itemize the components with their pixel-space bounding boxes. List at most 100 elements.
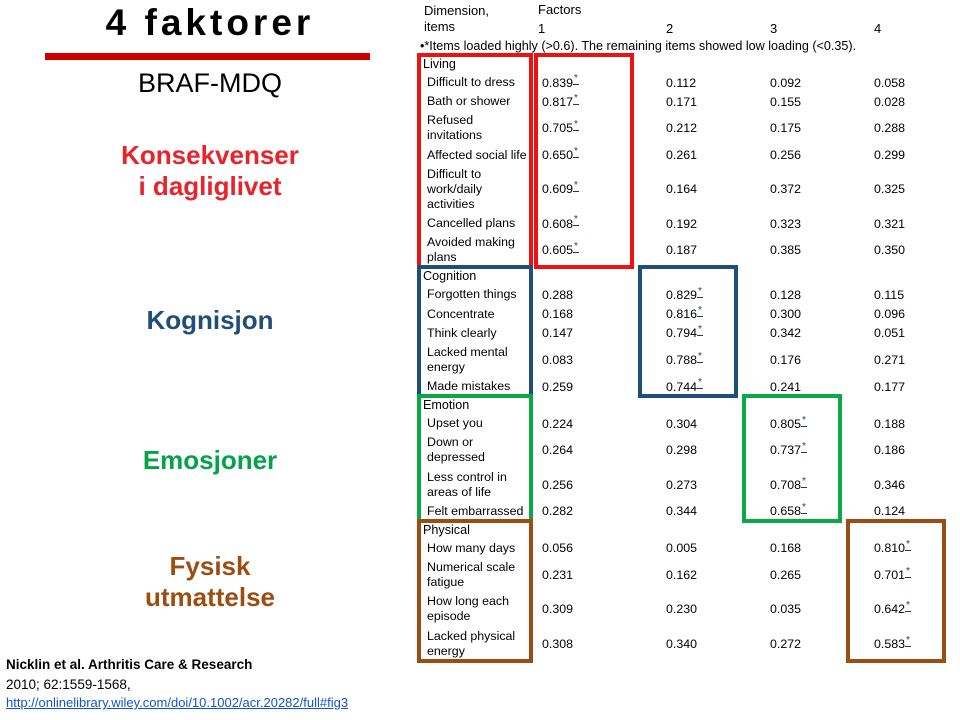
title-divider-rule <box>45 53 370 60</box>
loading-value-f2: 0.829* <box>666 285 703 302</box>
loading-value-f3: 0.708* <box>770 475 807 492</box>
header-factors: Factors <box>538 2 582 17</box>
loading-value-f4: 0.051 <box>874 326 906 341</box>
loading-value-f3: 0.300 <box>770 307 802 322</box>
factor-label-fysisk: Fysisk utmattelse <box>0 551 420 612</box>
loading-value-f4: 0.058 <box>874 75 906 90</box>
factor-label-line: i dagliglivet <box>138 170 282 201</box>
table-row: Less control in areas of life 0.256 0.273 0… <box>420 468 948 502</box>
loading-value-f2: 0.744* <box>666 377 703 394</box>
section-header-spacer <box>740 55 844 73</box>
loading-value-f4: 0.346 <box>874 477 906 492</box>
section-header-spacer <box>636 55 740 73</box>
loading-value-f3: 0.272 <box>770 636 802 651</box>
header-dimension-line1: Dimension, <box>424 3 490 18</box>
loading-value-f2: 0.273 <box>666 477 698 492</box>
citation-link[interactable]: http://onlinelibrary.wiley.com/doi/10.10… <box>6 694 416 713</box>
loading-value-f3: 0.342 <box>770 326 802 341</box>
factor-loadings-table: Dimension, items Factors 1 2 3 4 •*Items… <box>420 0 948 661</box>
loading-value-f4: 0.028 <box>874 94 906 109</box>
loading-value-f2: 0.298 <box>666 443 698 458</box>
item-label: Less control in areas of life <box>427 469 507 499</box>
item-label: Upset you <box>427 416 483 431</box>
significance-star-icon: * <box>573 145 579 158</box>
citation-volume: 2010; 62:1559-1568, <box>6 676 131 692</box>
loading-value-f2: 0.816* <box>666 304 703 322</box>
section-header-spacer <box>844 55 948 73</box>
loading-value-f1: 0.308 <box>542 636 574 651</box>
loading-value-f4: 0.810* <box>874 539 911 556</box>
table-header: Dimension, items Factors 1 2 3 4 •*Items… <box>420 0 948 55</box>
loading-value-f3: 0.128 <box>770 287 802 302</box>
significance-star-icon: * <box>905 539 911 552</box>
loading-value-f2: 0.164 <box>666 182 698 197</box>
loading-value-f3: 0.805* <box>770 414 807 431</box>
loading-value-f4: 0.177 <box>874 379 906 394</box>
section-header-spacer <box>844 396 948 414</box>
loading-value-f1: 0.224 <box>542 416 574 431</box>
header-factor-2: 2 <box>666 21 674 36</box>
table-footnote: •*Items loaded highly (>0.6). The remain… <box>420 39 857 53</box>
table-row: Refused invitations 0.705* 0.212 0.175 0.288 <box>420 111 948 145</box>
loading-value-f2: 0.005 <box>666 541 698 556</box>
loading-value-f4: 0.299 <box>874 148 906 163</box>
item-label: Down or depressed <box>427 435 485 465</box>
table-row: Bath or shower 0.817* 0.171 0.155 0.028 <box>420 92 948 111</box>
loading-value-f3: 0.155 <box>770 94 802 109</box>
factor-label-line: Fysisk <box>169 551 251 581</box>
significance-star-icon: * <box>697 377 703 390</box>
loading-value-f3: 0.658* <box>770 502 807 519</box>
loading-value-f1: 0.605* <box>542 241 579 258</box>
significance-star-icon: * <box>905 634 911 647</box>
significance-star-icon: * <box>573 241 579 254</box>
loading-value-f1: 0.259 <box>542 379 574 394</box>
item-label: Cancelled plans <box>427 216 516 230</box>
table-row: Difficult to work/daily activities 0.609*… <box>420 165 948 214</box>
loading-value-f1: 0.282 <box>542 504 574 519</box>
item-label: Think clearly <box>427 325 497 340</box>
significance-star-icon: * <box>905 566 911 578</box>
header-factor-4: 4 <box>874 21 882 36</box>
section-header-spacer <box>636 396 740 414</box>
item-label: Bath or shower <box>427 94 511 109</box>
item-label: Difficult to work/daily activities <box>427 166 483 211</box>
loading-value-f1: 0.231 <box>542 568 574 583</box>
loading-value-f4: 0.124 <box>874 504 906 519</box>
loading-value-f4: 0.321 <box>874 216 906 231</box>
section-header-row: Living <box>420 55 948 73</box>
section-header-spacer <box>532 267 636 285</box>
significance-star-icon: * <box>573 180 579 193</box>
item-label: Lacked physical energy <box>427 628 516 658</box>
loading-value-f1: 0.608* <box>542 214 579 231</box>
loading-value-f1: 0.083 <box>542 352 574 367</box>
loading-value-f4: 0.186 <box>874 443 906 458</box>
table-row: Felt embarrassed 0.282 0.344 0.658* 0.124 <box>420 502 948 521</box>
loading-value-f3: 0.241 <box>770 379 802 394</box>
factor-label-emosjoner: Emosjoner <box>0 445 420 476</box>
loading-value-f1: 0.650* <box>542 145 579 163</box>
item-label: Avoided making plans <box>427 235 515 265</box>
slide-canvas: 4 faktorer BRAF-MDQ Konsekvenser i daglig… <box>0 0 960 720</box>
item-label: Difficult to dress <box>427 75 515 89</box>
loading-value-f3: 0.175 <box>770 121 802 136</box>
item-label: Felt embarrassed <box>427 503 524 518</box>
loading-value-f2: 0.192 <box>666 216 698 231</box>
header-factor-1: 1 <box>538 21 546 36</box>
significance-star-icon: * <box>801 475 807 488</box>
significance-star-icon: * <box>573 119 579 132</box>
loading-value-f2: 0.212 <box>666 121 698 136</box>
section-header-row: Emotion <box>420 396 948 414</box>
loading-value-f3: 0.265 <box>770 568 802 583</box>
table-row: Affected social life 0.650* 0.261 0.256 0.29… <box>420 145 948 165</box>
table-footnote-row: •*Items loaded highly (>0.6). The remain… <box>420 38 948 55</box>
loading-value-f2: 0.162 <box>666 568 698 583</box>
significance-star-icon: * <box>573 92 579 105</box>
item-label: Affected social life <box>427 147 527 162</box>
factor-label-line: utmattelse <box>144 581 276 612</box>
loading-value-f3: 0.372 <box>770 182 802 197</box>
header-dimension-line2: items <box>424 19 456 35</box>
table-row: Numerical scale fatigue 0.231 0.162 0.265 0.… <box>420 558 948 592</box>
section-header-spacer <box>740 396 844 414</box>
citation-authors: Nicklin et al. Arthritis Care & Research <box>6 657 253 672</box>
factor-label-kognisjon: Kognisjon <box>0 305 420 336</box>
